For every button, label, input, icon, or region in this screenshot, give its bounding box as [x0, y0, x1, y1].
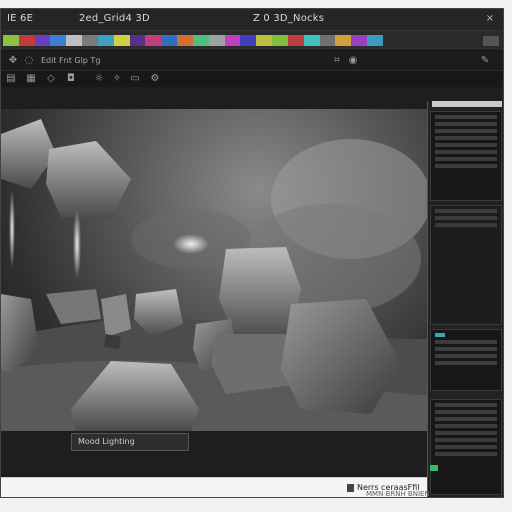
ribbon-end-button[interactable]	[483, 36, 499, 46]
panel-row[interactable]	[435, 122, 497, 126]
panel-row[interactable]	[435, 431, 497, 435]
panel-row[interactable]	[435, 164, 497, 168]
color-swatch[interactable]	[224, 35, 241, 46]
floating-rock	[46, 141, 131, 219]
move-icon[interactable]: ✥	[7, 55, 19, 67]
dock-header-bar[interactable]	[432, 101, 502, 107]
color-swatch[interactable]	[161, 35, 178, 46]
color-ribbon	[1, 31, 503, 51]
app-window: IE 6E 2ed_Grid4 3D Z 0 3D_Nocks × ✥ ◌ Ed…	[0, 8, 504, 498]
panel-row[interactable]	[435, 361, 497, 365]
3d-viewport[interactable]	[1, 109, 427, 431]
color-swatch[interactable]	[208, 35, 225, 46]
lasso-icon[interactable]: ◌	[23, 55, 35, 67]
color-swatch[interactable]	[192, 35, 209, 46]
layers-panel[interactable]	[430, 205, 502, 325]
brush-icon[interactable]: ✎	[479, 55, 491, 67]
tool-options-bar: ✥ ◌ Edit Fnt Glp Tg ⌗ ◉ ✎	[1, 51, 503, 71]
history-panel[interactable]	[430, 399, 502, 495]
color-swatch[interactable]	[256, 35, 273, 46]
secondary-toolbar: ▤ ▦ ◇ ◘ ☼ ✧ ▭ ⚙	[1, 71, 503, 87]
tool-menu-label[interactable]: Edit Fnt Glp Tg	[41, 56, 100, 65]
color-swatch[interactable]	[97, 35, 114, 46]
color-swatch[interactable]	[3, 35, 19, 46]
panel-row[interactable]	[435, 143, 497, 147]
camera-icon[interactable]: ◘	[65, 73, 77, 85]
document-icon	[347, 484, 354, 492]
panel-row[interactable]	[435, 340, 497, 344]
frame-icon[interactable]: ▭	[129, 73, 141, 85]
close-icon[interactable]: ×	[483, 12, 497, 26]
layers-icon[interactable]: ▤	[5, 73, 17, 85]
status-bar: Nerrs ceraasFfil	[1, 477, 427, 497]
crop-icon[interactable]: ⌗	[331, 55, 343, 67]
panel-row[interactable]	[435, 157, 497, 161]
color-swatch[interactable]	[303, 35, 320, 46]
rock-scene	[1, 119, 427, 431]
panel-row[interactable]	[435, 347, 497, 351]
panel-row[interactable]	[435, 354, 497, 358]
color-swatch[interactable]	[351, 35, 368, 46]
color-swatch[interactable]	[145, 35, 162, 46]
properties-panel[interactable]	[430, 111, 502, 201]
panel-row[interactable]	[435, 150, 497, 154]
panel-row[interactable]	[435, 410, 497, 414]
color-swatch[interactable]	[240, 35, 257, 46]
color-swatch[interactable]	[50, 35, 67, 46]
color-swatch[interactable]	[177, 35, 193, 46]
right-dock	[427, 101, 503, 497]
color-swatch[interactable]	[129, 35, 146, 46]
light-beam	[73, 209, 81, 279]
color-swatch[interactable]	[367, 35, 383, 46]
mesh-icon[interactable]: ◇	[45, 73, 57, 85]
settings-icon[interactable]: ⚙	[149, 73, 161, 85]
render-icon[interactable]: ☼	[93, 73, 105, 85]
light-beam	[9, 189, 15, 269]
panel-tab-title[interactable]: Z 0 3D_Nocks	[253, 13, 324, 24]
panel-row[interactable]	[435, 136, 497, 140]
panel-row[interactable]	[435, 424, 497, 428]
color-swatch[interactable]	[287, 35, 304, 46]
swatch-strip[interactable]	[3, 35, 383, 46]
caption-overlay: Mood Lighting	[71, 433, 189, 451]
panel-row[interactable]	[435, 438, 497, 442]
color-swatch[interactable]	[34, 35, 51, 46]
document-tab-title[interactable]: 2ed_Grid4 3D	[79, 13, 150, 24]
light-beam	[173, 234, 209, 254]
panel-row[interactable]	[435, 115, 497, 119]
color-swatch[interactable]	[335, 35, 352, 46]
panel-row[interactable]	[435, 403, 497, 407]
panel-row[interactable]	[435, 445, 497, 449]
panel-row[interactable]	[435, 223, 497, 227]
eye-icon[interactable]: ◉	[347, 55, 359, 67]
panel-row-selected[interactable]	[435, 333, 445, 337]
color-swatch[interactable]	[319, 35, 336, 46]
grid-icon[interactable]: ▦	[25, 73, 37, 85]
color-swatch[interactable]	[66, 35, 83, 46]
panel-row[interactable]	[435, 129, 497, 133]
caption-text: Mood Lighting	[78, 437, 135, 446]
color-swatch[interactable]	[113, 35, 130, 46]
color-swatch[interactable]	[18, 35, 35, 46]
light-icon[interactable]: ✧	[111, 73, 123, 85]
rock	[46, 289, 101, 324]
panel-row[interactable]	[435, 209, 497, 213]
status-subtext: MMN BRNH BNIEN	[366, 490, 430, 498]
app-title: IE 6E	[7, 13, 34, 24]
channels-panel[interactable]	[430, 329, 502, 391]
title-bar: IE 6E 2ed_Grid4 3D Z 0 3D_Nocks ×	[1, 9, 503, 31]
color-swatch[interactable]	[272, 35, 288, 46]
panel-row[interactable]	[435, 216, 497, 220]
panel-row[interactable]	[435, 452, 497, 456]
panel-row[interactable]	[435, 417, 497, 421]
color-swatch[interactable]	[82, 35, 98, 46]
status-indicator	[430, 465, 438, 471]
